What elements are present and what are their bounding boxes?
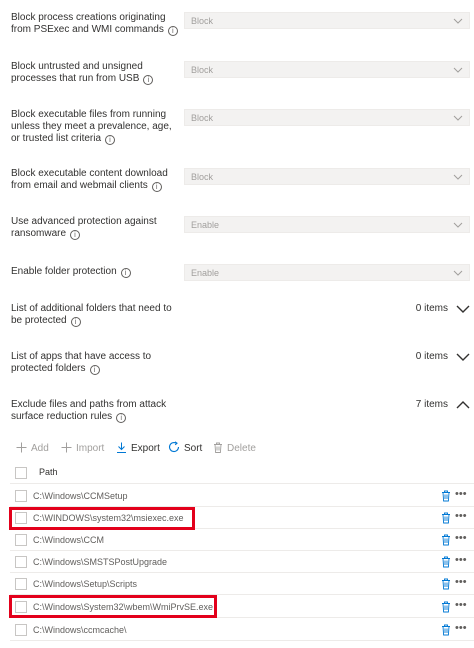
refresh-icon	[169, 441, 180, 453]
setting-label: Block process creations originating from…	[11, 12, 181, 36]
info-icon[interactable]: i	[70, 230, 81, 240]
dropdown-value: Block	[191, 172, 214, 182]
select-all-checkbox[interactable]	[15, 467, 27, 479]
more-options-icon[interactable]: •••	[455, 622, 467, 634]
info-icon[interactable]: i	[70, 317, 81, 327]
add-icon	[61, 442, 72, 453]
setting-label: Block untrusted and unsigned processes t…	[11, 61, 181, 85]
trash-icon[interactable]	[441, 490, 451, 502]
divider	[10, 640, 474, 641]
path-cell: C:\Windows\CCMSetup	[33, 491, 128, 501]
path-cell: C:\Windows\ccmcache\	[33, 625, 127, 635]
more-options-icon[interactable]: •••	[455, 532, 467, 544]
dropdown-psexec-wmi[interactable]: Block	[184, 12, 470, 29]
dropdown-prevalence[interactable]: Block	[184, 109, 470, 126]
table-row[interactable]: C:\Windows\SMSTSPostUpgrade •••	[0, 551, 474, 573]
table-header: Path	[0, 462, 474, 484]
table-row[interactable]: C:\Windows\CCMSetup •••	[0, 485, 474, 507]
trash-icon[interactable]	[441, 534, 451, 546]
item-count: 0 items	[415, 303, 448, 314]
info-icon[interactable]: i	[151, 182, 162, 192]
info-icon[interactable]: i	[143, 75, 154, 85]
info-icon[interactable]: i	[89, 365, 100, 375]
add-button[interactable]: Add	[16, 441, 49, 457]
setting-label: Block executable content download from e…	[11, 168, 168, 192]
row-checkbox[interactable]	[15, 624, 27, 636]
trash-icon	[214, 442, 222, 453]
path-column-header: Path	[39, 467, 58, 477]
dropdown-value: Enable	[191, 268, 220, 278]
table-row[interactable]: C:\Windows\ccmcache\ •••	[0, 619, 474, 641]
divider	[10, 483, 474, 484]
path-cell: C:\Windows\CCM	[33, 535, 105, 545]
list-label: List of apps that have access to protect…	[11, 351, 152, 375]
path-cell: C:\Windows\SMSTSPostUpgrade	[33, 557, 168, 567]
dropdown-value: Block	[191, 65, 214, 75]
trash-icon[interactable]	[441, 624, 451, 636]
dropdown-email-content[interactable]: Block	[184, 168, 470, 185]
delete-label: Delete	[227, 443, 256, 454]
chevron-down-icon	[453, 270, 463, 276]
setting-label: Use advanced protection against ransomwa…	[11, 216, 157, 240]
trash-icon[interactable]	[441, 512, 451, 524]
add-icon	[16, 442, 27, 453]
export-label: Export	[131, 443, 160, 454]
setting-label: Block executable files from running unle…	[11, 109, 172, 145]
chevron-down-icon[interactable]	[456, 305, 470, 314]
dropdown-ransomware[interactable]: Enable	[184, 216, 470, 233]
chevron-down-icon	[453, 174, 463, 180]
row-checkbox[interactable]	[15, 490, 27, 502]
trash-icon[interactable]	[441, 601, 451, 613]
sort-button[interactable]: Sort	[168, 441, 202, 457]
row-checkbox[interactable]	[15, 556, 27, 568]
list-label: List of additional folders that need to …	[11, 303, 172, 327]
info-icon[interactable]: i	[105, 135, 116, 145]
info-icon[interactable]: i	[120, 268, 131, 278]
row-checkbox[interactable]	[15, 578, 27, 590]
chevron-down-icon[interactable]	[456, 353, 470, 362]
more-options-icon[interactable]: •••	[455, 510, 467, 522]
trash-icon[interactable]	[441, 578, 451, 590]
chevron-down-icon	[453, 18, 463, 24]
more-options-icon[interactable]: •••	[455, 488, 467, 500]
chevron-down-icon	[453, 222, 463, 228]
chevron-down-icon	[453, 67, 463, 73]
item-count: 0 items	[415, 351, 448, 362]
sort-label: Sort	[184, 443, 203, 454]
delete-button[interactable]: Delete	[213, 441, 256, 457]
table-row[interactable]: C:\Windows\Setup\Scripts •••	[0, 573, 474, 595]
info-icon[interactable]: i	[116, 413, 127, 423]
chevron-up-icon[interactable]	[456, 400, 470, 409]
more-options-icon[interactable]: •••	[455, 554, 467, 566]
import-label: Import	[76, 443, 105, 454]
dropdown-value: Enable	[191, 220, 220, 230]
more-options-icon[interactable]: •••	[455, 576, 467, 588]
import-button[interactable]: Import	[61, 441, 104, 457]
table-row[interactable]: C:\Windows\CCM •••	[0, 529, 474, 551]
dropdown-usb-processes[interactable]: Block	[184, 61, 470, 78]
trash-icon[interactable]	[441, 556, 451, 568]
item-count: 7 items	[415, 399, 448, 410]
more-options-icon[interactable]: •••	[455, 599, 467, 611]
export-button[interactable]: Export	[116, 441, 160, 457]
row-checkbox[interactable]	[15, 534, 27, 546]
path-cell: C:\Windows\Setup\Scripts	[33, 579, 138, 589]
add-label: Add	[31, 443, 49, 454]
highlight-box-msiexec	[9, 507, 195, 530]
download-icon	[117, 442, 126, 453]
dropdown-value: Block	[191, 16, 214, 26]
setting-label: Enable folder protection i	[11, 266, 181, 278]
dropdown-folder-protection[interactable]: Enable	[184, 264, 470, 281]
list-label: Exclude files and paths from attack surf…	[11, 399, 167, 423]
highlight-box-wmiprvse	[9, 595, 217, 618]
dropdown-value: Block	[191, 113, 214, 123]
chevron-down-icon	[453, 115, 463, 121]
info-icon[interactable]: i	[167, 26, 178, 36]
